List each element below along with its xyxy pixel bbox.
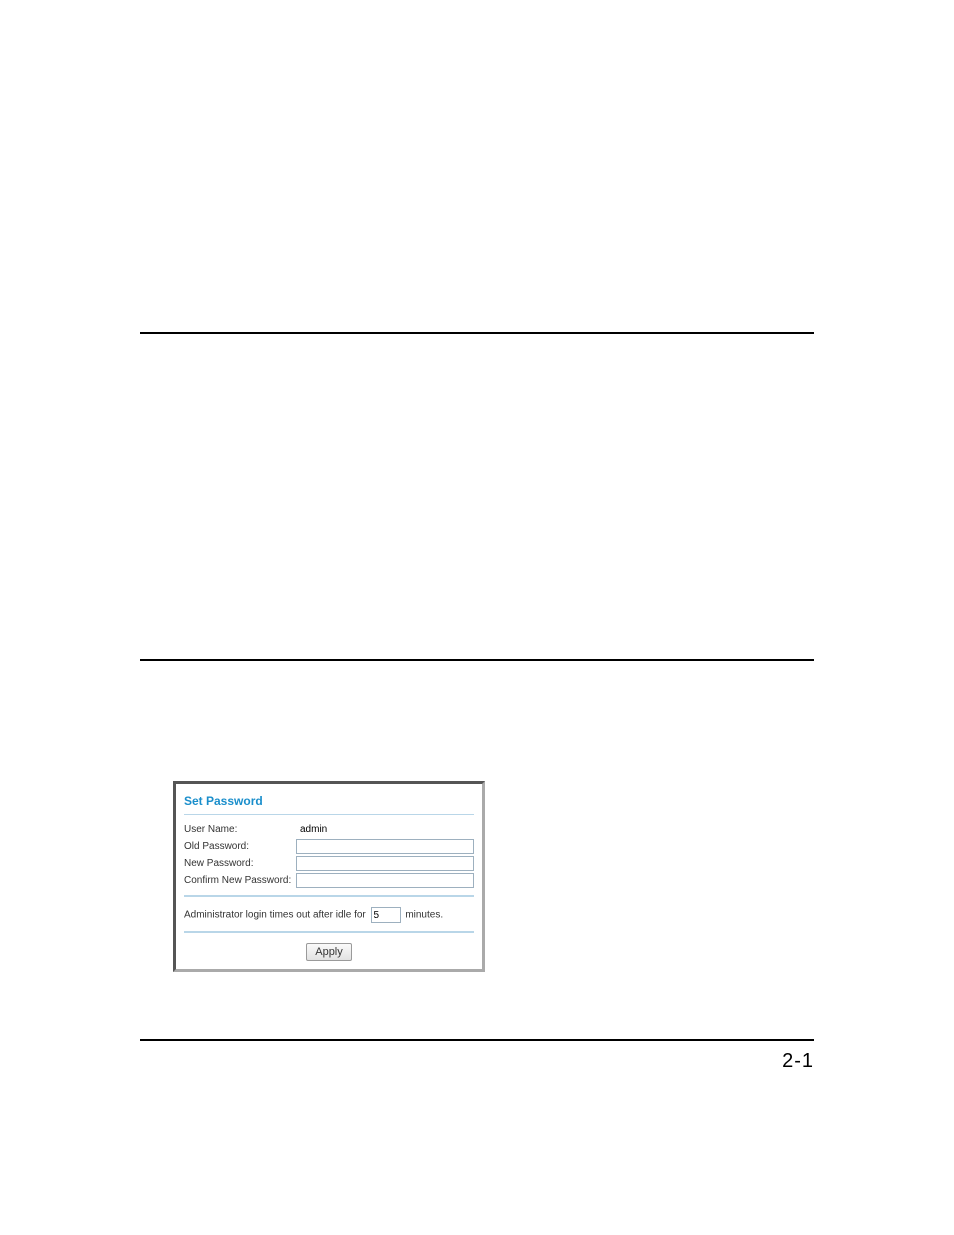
apply-button[interactable]: Apply bbox=[306, 943, 352, 961]
horizontal-rule bbox=[140, 332, 814, 334]
new-password-field[interactable] bbox=[296, 856, 474, 871]
username-field bbox=[296, 822, 426, 837]
timeout-prefix-text: Administrator login times out after idle… bbox=[184, 910, 366, 921]
form-row-old-password: Old Password: bbox=[184, 838, 474, 855]
apply-button-container: Apply bbox=[184, 939, 474, 961]
divider bbox=[184, 931, 474, 933]
set-password-panel: Set Password User Name: Old Password: Ne… bbox=[173, 781, 485, 972]
form-row-new-password: New Password: bbox=[184, 855, 474, 872]
divider bbox=[184, 814, 474, 815]
timeout-row: Administrator login times out after idle… bbox=[184, 903, 474, 925]
old-password-field[interactable] bbox=[296, 839, 474, 854]
panel-title: Set Password bbox=[184, 790, 474, 812]
document-page: Set Password User Name: Old Password: Ne… bbox=[0, 0, 954, 1235]
old-password-label: Old Password: bbox=[184, 838, 296, 855]
confirm-password-label: Confirm New Password: bbox=[184, 872, 296, 889]
horizontal-rule bbox=[140, 659, 814, 661]
new-password-label: New Password: bbox=[184, 855, 296, 872]
divider bbox=[184, 895, 474, 897]
username-label: User Name: bbox=[184, 821, 296, 838]
page-number: 2-1 bbox=[782, 1050, 814, 1073]
timeout-suffix-text: minutes. bbox=[405, 910, 443, 921]
timeout-minutes-field[interactable] bbox=[371, 907, 401, 923]
confirm-password-field[interactable] bbox=[296, 873, 474, 888]
password-form: User Name: Old Password: New Password: C… bbox=[184, 821, 474, 889]
horizontal-rule bbox=[140, 1039, 814, 1041]
form-row-confirm-password: Confirm New Password: bbox=[184, 872, 474, 889]
form-row-username: User Name: bbox=[184, 821, 474, 838]
